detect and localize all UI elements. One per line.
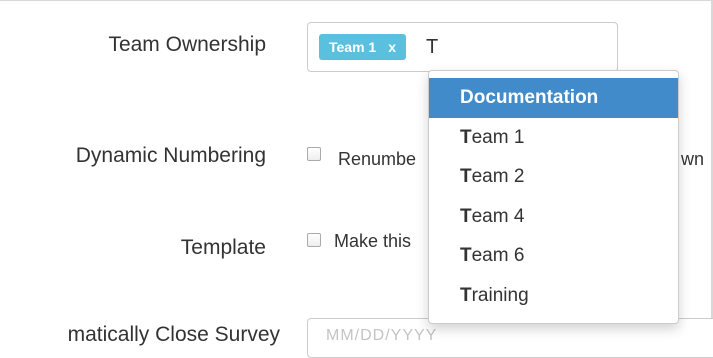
team-token[interactable]: Team 1 x [319,34,407,60]
team-ownership-input[interactable]: Team 1 x T [307,22,618,72]
dynamic-numbering-label: Dynamic Numbering [75,144,266,167]
auto-close-date-input[interactable]: MM/DD/YYYY [307,318,713,358]
team-suggestions-dropdown: Documentation Team 1 Team 2 Team 4 Team … [428,70,679,324]
item-rest-text: Documentation [460,87,599,108]
dropdown-item-training[interactable]: Training [429,276,678,316]
top-divider [0,0,713,1]
item-match-text: T [460,284,472,306]
dropdown-item-team-2[interactable]: Team 2 [429,157,678,197]
item-match-text: T [460,205,472,227]
team-token-label: Team 1 [329,39,377,55]
template-checkbox-label: Make this [334,231,412,251]
item-rest-text: eam 4 [471,205,525,227]
item-rest-text: eam 6 [471,245,525,266]
dropdown-item-team-1[interactable]: Team 1 [429,118,678,158]
team-ownership-label: Team Ownership [108,33,266,56]
dropdown-item-team-4[interactable]: Team 4 [429,197,678,237]
item-rest-text: eam 2 [471,166,525,187]
auto-close-label: matically Close Survey [67,323,280,346]
item-match-text: T [460,126,472,148]
renumber-checkbox-label: Renumbe [338,149,417,169]
item-rest-text: raining [471,284,529,306]
item-rest-text: eam 1 [471,126,525,148]
template-checkbox[interactable] [307,233,321,247]
renumber-checkbox[interactable] [307,147,321,161]
auto-close-date-placeholder: MM/DD/YYYY [326,327,438,344]
dropdown-item-documentation[interactable]: Documentation [429,78,678,118]
item-match-text: T [460,166,472,187]
template-label: Template [180,236,266,259]
renumber-checkbox-label-tail: wn [681,149,705,169]
team-search-text[interactable]: T [426,35,438,59]
dropdown-item-team-6[interactable]: Team 6 [429,236,678,276]
token-remove-button[interactable]: x [388,39,396,55]
item-match-text: T [460,245,472,266]
